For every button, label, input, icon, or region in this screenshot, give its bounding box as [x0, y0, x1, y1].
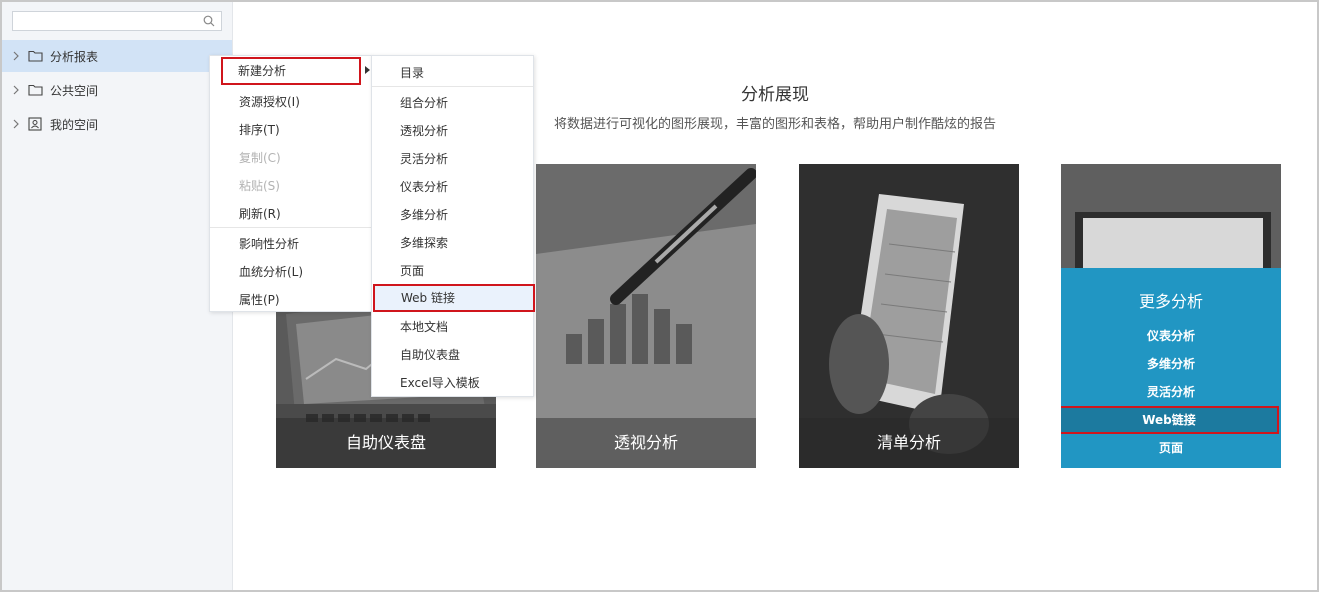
more-item-flex-analysis[interactable]: 灵活分析: [1061, 378, 1281, 406]
page-subtitle: 将数据进行可视化的图形展现，丰富的图形和表格，帮助用户制作酷炫的报告: [553, 117, 996, 132]
submenu-item-web-link[interactable]: Web 链接: [373, 284, 535, 312]
menu-item-refresh[interactable]: 刷新(R): [210, 200, 371, 228]
submenu-arrow-icon: [365, 66, 370, 74]
sidebar-item-analysis-reports[interactable]: 分析报表: [2, 40, 232, 72]
card-list-analysis[interactable]: 清单分析: [799, 164, 1019, 468]
menu-item-impact-analysis[interactable]: 影响性分析: [210, 230, 371, 258]
menu-item-new-analysis[interactable]: 新建分析: [221, 57, 361, 85]
menu-item-properties[interactable]: 属性(P): [210, 286, 371, 314]
new-analysis-submenu: 目录 组合分析 透视分析 灵活分析 仪表分析 多维分析 多维探索 页面 Web …: [371, 55, 535, 397]
sidebar-item-label: 分析报表: [50, 49, 99, 64]
submenu-item-page[interactable]: 页面: [372, 257, 533, 285]
context-menu: 新建分析 资源授权(I) 排序(T) 复制(C) 粘贴(S) 刷新(R) 影响性…: [209, 55, 372, 312]
page-title: 分析展现: [741, 85, 809, 105]
menu-item-label: 新建分析: [238, 64, 287, 78]
menu-divider: [210, 227, 371, 228]
menu-item-resource-auth[interactable]: 资源授权(I): [210, 88, 371, 116]
more-item-web-link[interactable]: Web链接: [1061, 406, 1279, 434]
submenu-item-directory[interactable]: 目录: [372, 59, 533, 87]
card-caption: 自助仪表盘: [276, 418, 496, 468]
more-item-multidim-analysis[interactable]: 多维分析: [1061, 350, 1281, 378]
more-analysis-panel: 更多分析 仪表分析 多维分析 灵活分析 Web链接 页面: [1061, 268, 1281, 468]
more-item-gauge-analysis[interactable]: 仪表分析: [1061, 322, 1281, 350]
submenu-item-pivot-analysis[interactable]: 透视分析: [372, 117, 533, 145]
submenu-item-combo-analysis[interactable]: 组合分析: [372, 89, 533, 117]
search-box[interactable]: [12, 11, 222, 31]
submenu-item-multidim-explore[interactable]: 多维探索: [372, 229, 533, 257]
submenu-item-self-dashboard[interactable]: 自助仪表盘: [372, 341, 533, 369]
card-more-analysis[interactable]: 更多分析 仪表分析 多维分析 灵活分析 Web链接 页面: [1061, 164, 1281, 468]
submenu-item-gauge-analysis[interactable]: 仪表分析: [372, 173, 533, 201]
menu-item-copy[interactable]: 复制(C): [210, 144, 371, 172]
card-caption: 透视分析: [536, 418, 756, 468]
menu-divider: [372, 86, 533, 87]
submenu-item-local-document[interactable]: 本地文档: [372, 313, 533, 341]
more-item-page[interactable]: 页面: [1061, 434, 1281, 462]
search-icon[interactable]: [203, 15, 215, 27]
submenu-item-excel-import-template[interactable]: Excel导入模板: [372, 369, 533, 397]
card-caption: 清单分析: [799, 418, 1019, 468]
submenu-item-flex-analysis[interactable]: 灵活分析: [372, 145, 533, 173]
folder-icon: [28, 49, 44, 63]
chevron-right-icon[interactable]: [12, 51, 22, 61]
more-analysis-title: 更多分析: [1138, 292, 1203, 311]
card-pivot-analysis[interactable]: 透视分析: [536, 164, 756, 468]
menu-item-lineage-analysis[interactable]: 血统分析(L): [210, 258, 371, 286]
search-input[interactable]: [13, 12, 193, 30]
menu-item-paste[interactable]: 粘贴(S): [210, 172, 371, 200]
submenu-item-multidim-analysis[interactable]: 多维分析: [372, 201, 533, 229]
menu-item-sort[interactable]: 排序(T): [210, 116, 371, 144]
